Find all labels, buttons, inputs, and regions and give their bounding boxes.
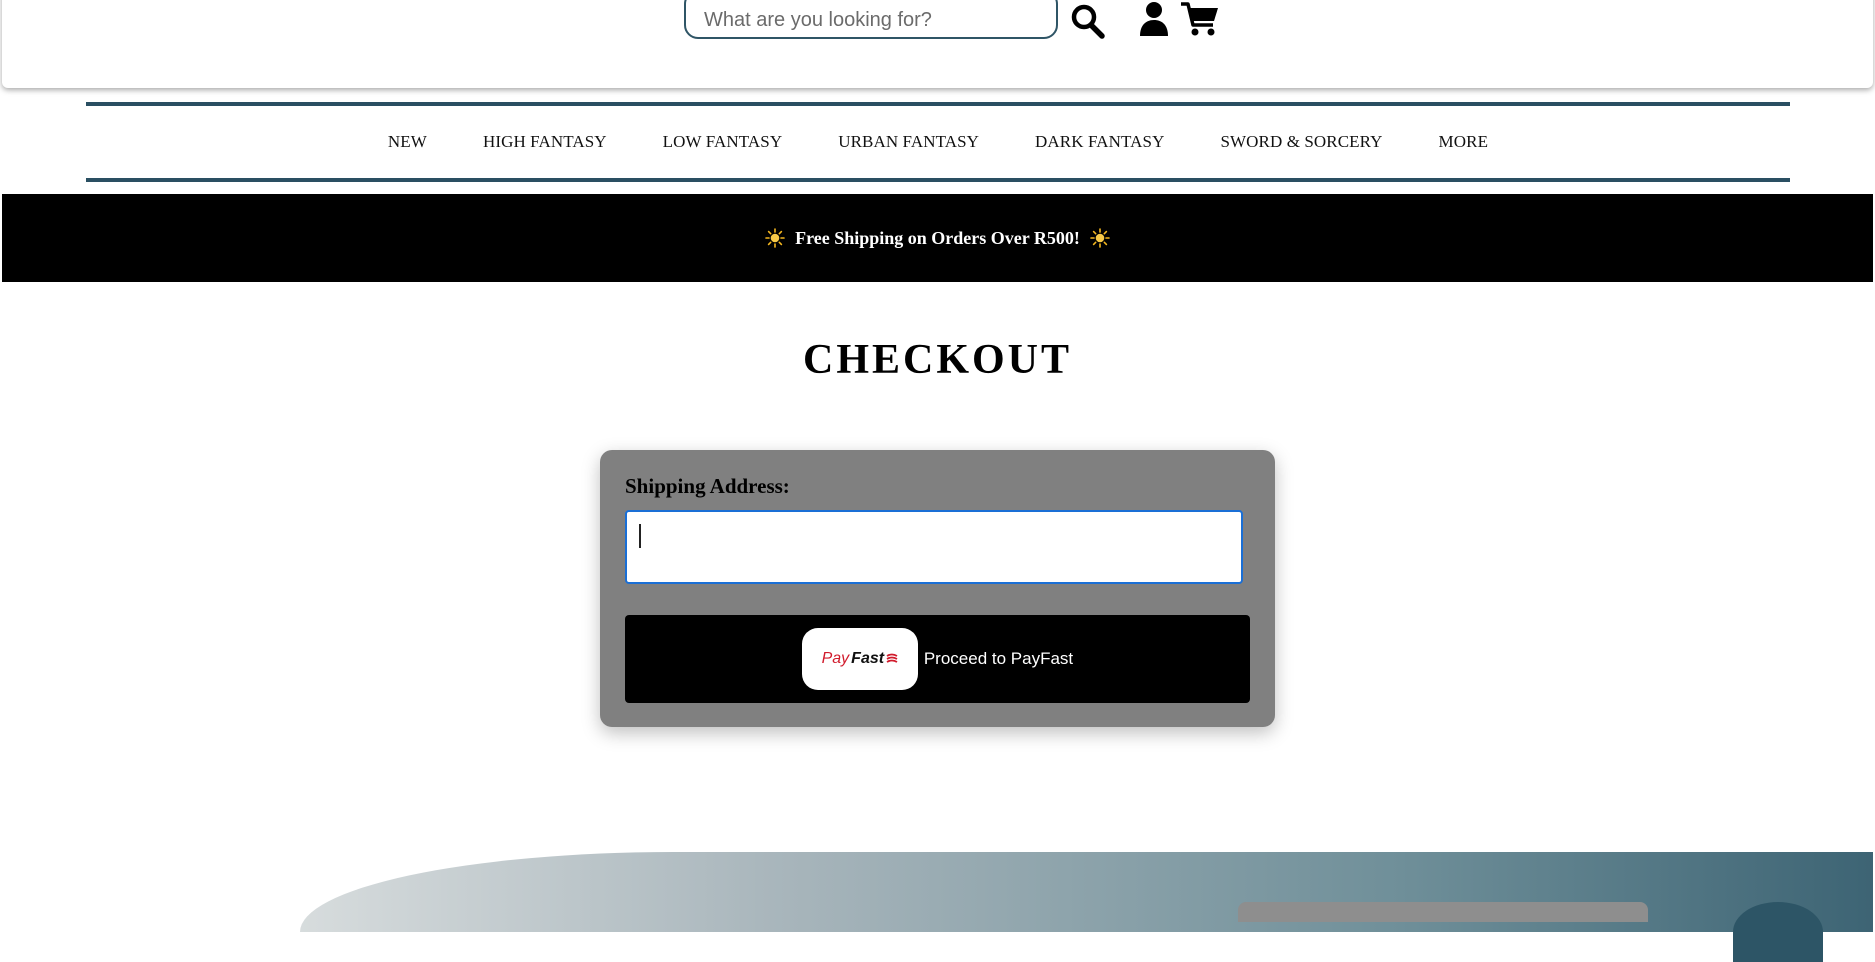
nav-item-new[interactable]: NEW [388, 132, 427, 152]
category-nav: NEW HIGH FANTASY LOW FANTASY URBAN FANTA… [86, 102, 1790, 182]
payfast-swoosh-icon [886, 653, 898, 663]
sun-icon [765, 228, 785, 248]
sun-icon [1090, 228, 1110, 248]
payfast-logo: Pay Fast [801, 628, 918, 690]
promo-banner: Free Shipping on Orders Over R500! [2, 194, 1873, 282]
proceed-to-payfast-button[interactable]: Pay Fast Proceed to PayFast [625, 615, 1250, 703]
payfast-logo-fast: Fast [851, 650, 885, 667]
nav-item-dark-fantasy[interactable]: DARK FANTASY [1035, 132, 1164, 152]
checkout-form: Shipping Address: Pay Fast Proceed to Pay… [600, 450, 1275, 727]
nav-item-more[interactable]: MORE [1439, 132, 1489, 152]
cart-button[interactable] [1180, 1, 1220, 37]
search-button[interactable] [1070, 2, 1106, 40]
search-icon [1071, 4, 1105, 39]
account-button[interactable] [1138, 1, 1170, 37]
footer-badge [1733, 902, 1823, 962]
cart-icon [1181, 2, 1218, 36]
nav-item-urban-fantasy[interactable]: URBAN FANTASY [838, 132, 979, 152]
pay-button-label: Proceed to PayFast [923, 649, 1074, 668]
nav-item-sword-sorcery[interactable]: SWORD & SORCERY [1220, 132, 1382, 152]
shipping-address-input[interactable] [625, 510, 1243, 584]
nav-item-low-fantasy[interactable]: LOW FANTASY [663, 132, 783, 152]
page-title: CHECKOUT [802, 337, 1073, 383]
shipping-address-label: Shipping Address: [625, 474, 790, 498]
promo-text: Free Shipping on Orders Over R500! [795, 227, 1080, 248]
payfast-logo-pay: Pay [821, 650, 850, 667]
footer-panel [1238, 902, 1648, 922]
user-icon [1140, 2, 1168, 36]
nav-item-high-fantasy[interactable]: HIGH FANTASY [483, 132, 607, 152]
search-input[interactable] [684, 0, 1058, 39]
text-caret [639, 524, 641, 548]
